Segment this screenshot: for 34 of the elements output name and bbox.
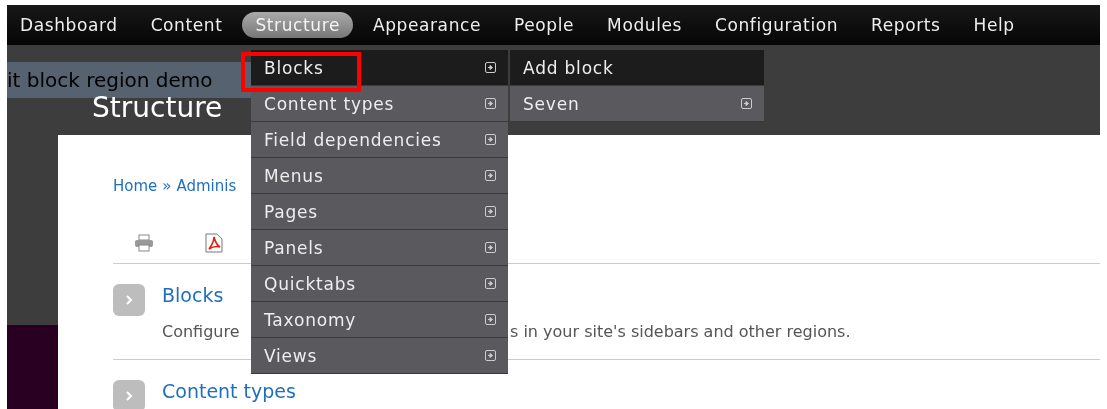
section-description: Configure	[162, 322, 241, 341]
breadcrumb-link[interactable]: Adminis	[176, 177, 237, 195]
nav-tab[interactable]: People	[501, 12, 588, 38]
breadcrumb-separator: »	[162, 177, 172, 195]
nav-tab[interactable]: Dashboard	[7, 12, 131, 38]
nav-tab[interactable]: Configuration	[702, 12, 852, 38]
menu-item[interactable]: Panels	[251, 230, 508, 266]
print-icon[interactable]	[133, 234, 155, 252]
section-link[interactable]: Blocks	[162, 284, 224, 306]
region-demo-text: it block region demo	[7, 68, 213, 92]
menu-item[interactable]: Field dependencies	[251, 122, 508, 158]
section-description: s in your site's sidebars and other regions.	[510, 322, 851, 341]
nav-tab[interactable]: Appearance	[359, 12, 494, 38]
menu-item[interactable]: Blocks	[251, 50, 508, 86]
expand-button[interactable]	[113, 284, 145, 316]
chevron-icon	[125, 294, 133, 306]
menu-item[interactable]: Menus	[251, 158, 508, 194]
section-link[interactable]: Content types	[162, 380, 296, 402]
menu-item[interactable]: Quicktabs	[251, 266, 508, 302]
pdf-icon[interactable]	[205, 233, 223, 253]
menu-item[interactable]: Taxonomy	[251, 302, 508, 338]
breadcrumb-link[interactable]: Home	[113, 177, 158, 195]
submenu-item[interactable]: Add block	[510, 50, 764, 86]
nav-tab[interactable]: Modules	[594, 12, 695, 38]
expand-button[interactable]	[113, 380, 145, 409]
nav-tab[interactable]: Content	[137, 12, 236, 38]
menu-item[interactable]: Views	[251, 338, 508, 374]
menu-item[interactable]: Pages	[251, 194, 508, 230]
nav-tab[interactable]: Reports	[858, 12, 954, 38]
page-title: Structure	[92, 91, 223, 126]
submenu-item[interactable]: Seven	[510, 86, 764, 122]
menu-item[interactable]: Content types	[251, 86, 508, 122]
chevron-icon	[125, 390, 133, 402]
nav-tab[interactable]: Help	[960, 12, 1028, 38]
